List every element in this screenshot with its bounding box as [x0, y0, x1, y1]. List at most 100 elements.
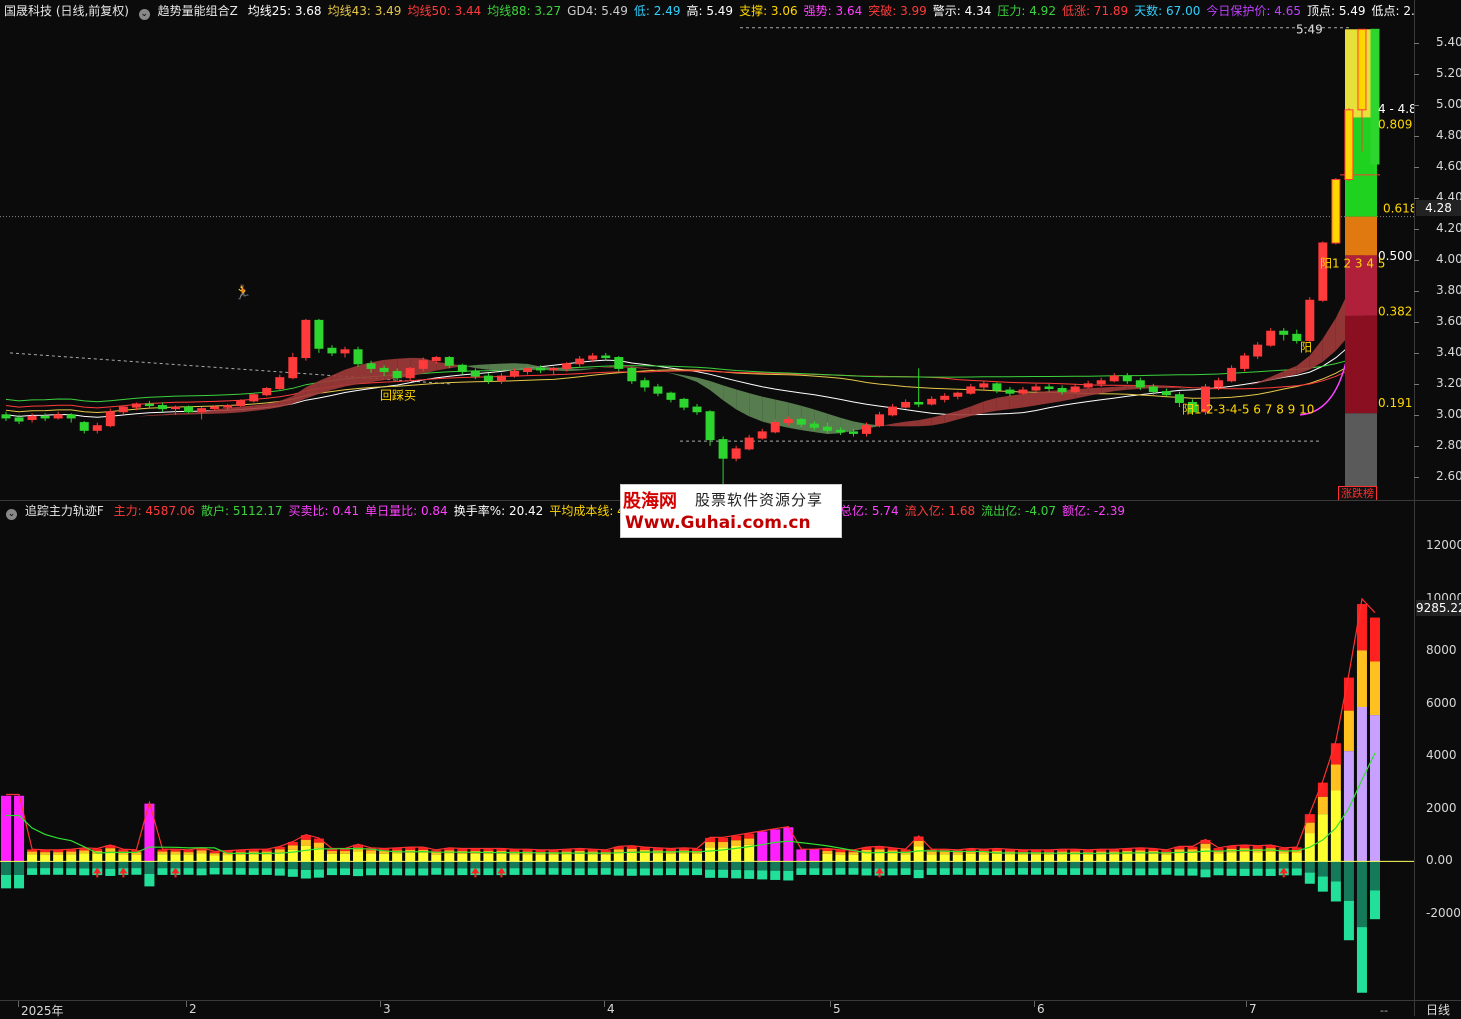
flow-bar-out-bottom: [953, 868, 963, 875]
flow-bar-mid: [822, 851, 832, 854]
flow-bar-out-bottom: [144, 874, 154, 886]
candle-body: [211, 407, 219, 409]
candle-body: [132, 404, 140, 407]
flow-bar-out-bottom: [27, 868, 37, 875]
candle-body: [1123, 376, 1131, 381]
flow-bar-out-top: [966, 861, 976, 868]
flow-bar-out-bottom: [314, 870, 324, 878]
candle-body: [602, 356, 610, 358]
trend-ribbon-segment: [1010, 394, 1023, 409]
trend-ribbon-segment: [919, 418, 932, 427]
flow-bar-mid: [197, 850, 207, 853]
candle-body: [263, 389, 271, 395]
flow-bar-out-bottom: [1005, 868, 1015, 875]
indicator-menu-icon[interactable]: ⌄: [139, 9, 150, 20]
flow-bar-out-top: [979, 861, 989, 868]
trend-ribbon-segment: [332, 370, 345, 390]
candle-body: [328, 348, 336, 353]
trend-ribbon-segment: [1036, 391, 1049, 406]
retail-line: [6, 753, 1375, 853]
price-axis-label: 4.20: [1436, 221, 1461, 235]
date-tick: [1034, 1001, 1035, 1007]
flow-bar-out-bottom: [431, 868, 441, 875]
flow-bar-mid: [340, 851, 350, 854]
flow-bar-base: [640, 853, 650, 861]
flow-bar-top: [1331, 743, 1341, 764]
flow-bar-base: [249, 854, 259, 861]
candle-body: [354, 350, 362, 364]
flow-bar-out-bottom: [783, 871, 793, 881]
trend-ribbon-segment: [749, 393, 762, 421]
trend-ribbon-segment: [84, 419, 97, 420]
candle-body: [106, 412, 114, 426]
flow-bar-out-bottom: [184, 868, 194, 875]
lower-indicator-menu-icon[interactable]: ⌄: [6, 509, 17, 520]
flow-bar-base: [966, 854, 976, 862]
yang-count-top: 阳1 2 3 4 5: [1320, 257, 1385, 271]
flow-bar-out-top: [470, 861, 480, 868]
stock-title[interactable]: 国晟科技 (日线,前复权): [4, 4, 129, 18]
upper-indicator-item: GD4: 5.49: [567, 2, 628, 20]
price-chart[interactable]: 5.492.490.8090.6180.5000.3820.1914 - 4.8…: [0, 20, 1414, 500]
price-axis-tick: [1414, 291, 1419, 292]
flow-bar-out-top: [144, 861, 154, 873]
flow-bar-out-top: [131, 861, 141, 868]
lower-indicator-item: 买卖比: 0.41: [289, 502, 360, 520]
candle-body: [1149, 387, 1157, 392]
candle-body: [1136, 381, 1144, 387]
flow-bar-mid: [1201, 844, 1211, 849]
candle-body: [823, 427, 831, 430]
flow-bar-out-bottom: [796, 868, 806, 875]
flow-bar-main: [1, 796, 11, 862]
candle-body: [1267, 331, 1275, 345]
flow-bar-out-top: [1096, 861, 1106, 868]
flow-bar-out-bottom: [562, 868, 572, 875]
candle-body: [524, 368, 532, 371]
watermark-logo: 股海网 股票软件资源分享 Www.Guhai.com.cn: [620, 484, 842, 538]
flow-bar-base: [1005, 854, 1015, 861]
flow-bar-out-top: [1057, 861, 1067, 868]
period-selector[interactable]: 日线: [1426, 1001, 1450, 1018]
flow-bar-out-bottom: [301, 870, 311, 879]
zhangdie-button[interactable]: 涨跌榜: [1338, 486, 1377, 501]
candle-body: [1175, 395, 1183, 403]
fib-0191-label: 0.191: [1378, 396, 1412, 410]
flow-bar-mid: [301, 840, 311, 846]
scroll-indicator[interactable]: --: [1380, 1004, 1388, 1017]
flow-bar-out-bottom: [66, 868, 76, 875]
capital-flow-chart[interactable]: [0, 520, 1414, 1000]
flow-bar-base: [679, 853, 689, 861]
flow-bar-out-top: [1161, 861, 1171, 868]
flow-bar-out-top: [1109, 861, 1119, 868]
upper-indicator-item: 强势: 3.64: [804, 2, 863, 20]
candle-body: [797, 419, 805, 424]
trend-ribbon-segment: [593, 367, 606, 369]
flow-bar-out-top: [14, 861, 24, 874]
flow-axis-label: 6000: [1426, 696, 1457, 710]
flow-bar-base: [1292, 853, 1302, 861]
flow-bar-mid: [927, 852, 937, 855]
trend-ribbon-segment: [293, 387, 306, 404]
price-axis-tick: [1414, 353, 1419, 354]
flow-bar-out-top: [392, 861, 402, 868]
flow-bar-out-top: [457, 861, 467, 868]
flow-bar-out-bottom: [1044, 868, 1054, 875]
flow-bar-out-bottom: [53, 868, 63, 875]
date-tick: [1246, 1001, 1247, 1007]
lower-indicator-name[interactable]: 追踪主力轨迹F: [25, 502, 104, 520]
flow-bar-out-top: [862, 861, 872, 868]
candle-body: [93, 426, 101, 431]
fib-0618-label: 0.618: [1383, 202, 1414, 216]
flow-bar-mid: [1344, 711, 1354, 751]
candle-body: [758, 432, 766, 438]
indicator-name[interactable]: 趋势量能组合Z: [158, 2, 238, 20]
price-axis-tick: [1414, 260, 1419, 261]
flow-bar-base: [601, 855, 611, 862]
current-price-marker: 4.28: [1416, 200, 1461, 216]
flow-bar-out-bottom: [353, 869, 363, 876]
candle-body: [80, 423, 88, 431]
candle-body: [863, 426, 871, 434]
flow-bar-out-top: [1031, 861, 1041, 868]
huitiao-label: 回踩买: [380, 388, 416, 402]
fibonacci-band: [1345, 175, 1377, 217]
